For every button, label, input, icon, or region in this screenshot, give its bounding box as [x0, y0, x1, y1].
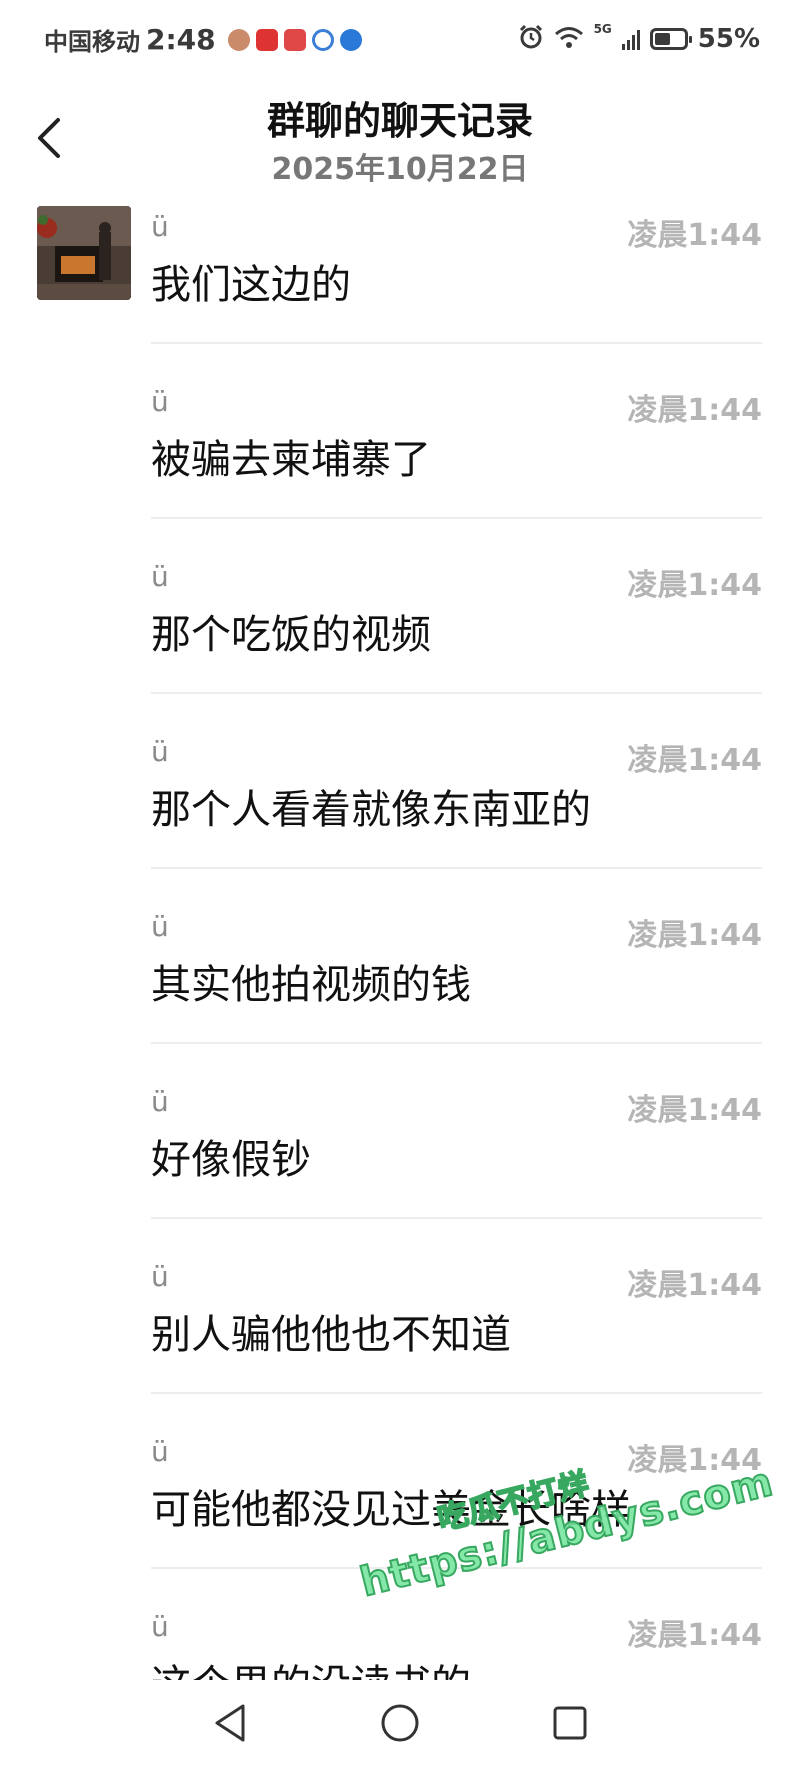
notification-person-icon [311, 28, 334, 51]
message-time: 凌晨1:44 [627, 393, 762, 428]
message-text[interactable]: 那个吃饭的视频 [151, 602, 431, 660]
message-text[interactable]: 好像假钞 [151, 1127, 311, 1185]
message-item[interactable]: ü 凌晨1:44 那个吃饭的视频 [0, 550, 800, 725]
message-text[interactable]: 其实他拍视频的钱 [151, 952, 471, 1010]
message-time: 凌晨1:44 [627, 1268, 762, 1303]
back-triangle-icon [215, 1704, 245, 1742]
message-time: 凌晨1:44 [627, 1618, 762, 1653]
message-time: 凌晨1:44 [627, 1093, 762, 1128]
sender-name: ü [151, 910, 169, 943]
notification-browser-icon [339, 28, 362, 51]
battery-icon [649, 28, 692, 50]
message-time: 凌晨1:44 [627, 743, 762, 778]
carrier-name: 中国移动 [44, 28, 140, 56]
clock-time: 2:48 [146, 23, 216, 56]
message-item[interactable]: ü 凌晨1:44 别人骗他他也不知道 [0, 1250, 800, 1425]
message-time: 凌晨1:44 [627, 568, 762, 603]
message-text[interactable]: 那个人看着就像东南亚的 [151, 777, 591, 835]
wifi-icon [554, 25, 584, 53]
battery-percent: 55% [697, 24, 760, 54]
sender-name: ü [151, 735, 169, 768]
status-bar-left: 中国移动 2:48 [44, 22, 362, 57]
message-item[interactable]: ü 凌晨1:44 这个男的没读书的 [0, 1600, 800, 1680]
divider [151, 867, 762, 869]
sender-name: ü [151, 1610, 169, 1643]
sender-name: ü [151, 560, 169, 593]
message-item[interactable]: ü 凌晨1:44 被骗去柬埔寨了 [0, 375, 800, 550]
sender-name: ü [151, 1085, 169, 1118]
sender-name: ü [151, 1260, 169, 1293]
sender-name: ü [151, 385, 169, 418]
message-time: 凌晨1:44 [627, 218, 762, 253]
message-text[interactable]: 这个男的没读书的 [151, 1652, 471, 1680]
signal-icon [621, 28, 640, 50]
page-date: 2025年10月22日 [271, 152, 529, 187]
message-item[interactable]: ü 凌晨1:44 好像假钞 [0, 1075, 800, 1250]
divider [151, 1042, 762, 1044]
message-item[interactable]: ü 凌晨1:44 其实他拍视频的钱 [0, 900, 800, 1075]
message-item[interactable]: ü 凌晨1:44 那个人看着就像东南亚的 [0, 725, 800, 900]
nav-home-button[interactable] [375, 1698, 425, 1748]
message-text[interactable]: 被骗去柬埔寨了 [151, 427, 431, 485]
divider [151, 1392, 762, 1394]
header: 群聊的聊天记录 2025年10月22日 [0, 80, 800, 190]
battery-fill [654, 33, 670, 45]
message-text[interactable]: 别人骗他他也不知道 [151, 1302, 511, 1360]
sender-name: ü [151, 210, 169, 243]
divider [151, 342, 762, 344]
notification-app-icon [283, 28, 306, 51]
message-time: 凌晨1:44 [627, 918, 762, 953]
nav-recents-button[interactable] [545, 1698, 595, 1748]
status-bar: 中国移动 2:48 5G 55% [0, 0, 800, 80]
message-item[interactable]: ü 凌晨1:44 我们这边的 [0, 200, 800, 375]
message-text[interactable]: 我们这边的 [151, 252, 351, 310]
status-bar-right: 5G 55% [518, 22, 760, 54]
page-title: 群聊的聊天记录 [266, 99, 533, 143]
notification-app-icon [255, 28, 278, 51]
avatar[interactable] [37, 206, 131, 300]
sender-name: ü [151, 1435, 169, 1468]
recents-square-icon [553, 1706, 587, 1740]
divider [151, 692, 762, 694]
divider [151, 517, 762, 519]
network-type-label: 5G [593, 22, 612, 36]
nav-back-button[interactable] [205, 1698, 255, 1748]
notification-avatar-icon [227, 28, 250, 51]
avatar-image [37, 206, 131, 300]
system-nav-bar [0, 1680, 800, 1768]
home-circle-icon [381, 1704, 419, 1742]
divider [151, 1217, 762, 1219]
alarm-icon [518, 24, 544, 54]
